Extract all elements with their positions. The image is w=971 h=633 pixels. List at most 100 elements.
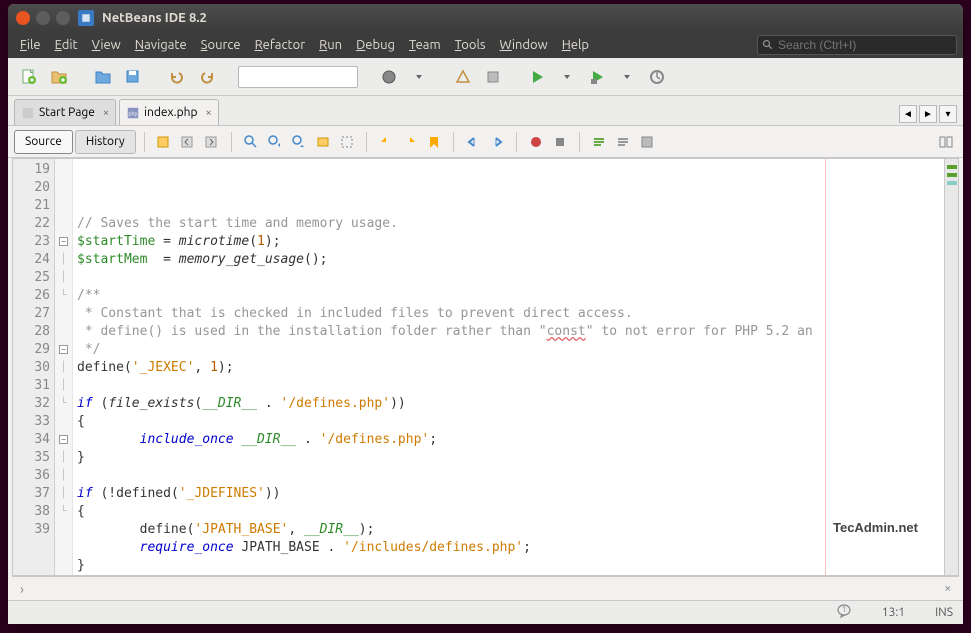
mark-1[interactable]	[947, 165, 957, 169]
stop-macro-button[interactable]	[549, 131, 571, 153]
forward-button[interactable]	[201, 131, 223, 153]
mark-3[interactable]	[947, 181, 957, 185]
clean-build-button[interactable]	[450, 64, 476, 90]
mark-2[interactable]	[947, 173, 957, 177]
code-line[interactable]: $startMem = memory_get_usage();	[77, 251, 940, 269]
open-project-button[interactable]	[90, 64, 116, 90]
new-project-button[interactable]	[46, 64, 72, 90]
tab-index-php[interactable]: phpindex.php×	[119, 99, 219, 125]
toggle-bookmark-button[interactable]	[423, 131, 445, 153]
undo-button[interactable]	[164, 64, 190, 90]
code-line[interactable]	[77, 269, 940, 287]
line-gutter[interactable]: 1920212223242526272829303132333435363738…	[13, 159, 55, 575]
tab-close[interactable]: ×	[205, 107, 211, 119]
back-button[interactable]	[177, 131, 199, 153]
redo-button[interactable]	[194, 64, 220, 90]
svg-text:php: php	[129, 110, 138, 116]
code-line[interactable]: }	[77, 557, 940, 575]
menu-tools[interactable]: Tools	[449, 35, 492, 55]
tab-nav: ◄ ► ▾	[899, 105, 957, 125]
quick-search[interactable]	[757, 35, 957, 55]
shift-right-button[interactable]	[486, 131, 508, 153]
split-button[interactable]	[935, 131, 957, 153]
start-macro-button[interactable]	[525, 131, 547, 153]
window-title: NetBeans IDE 8.2	[102, 11, 207, 25]
tab-list-button[interactable]: ▾	[939, 105, 957, 123]
menu-window[interactable]: Window	[494, 35, 554, 55]
menu-team[interactable]: Team	[403, 35, 447, 55]
new-file-button[interactable]	[16, 64, 42, 90]
last-edit-button[interactable]	[153, 131, 175, 153]
menu-help[interactable]: Help	[556, 35, 595, 55]
code-line[interactable]: }	[77, 449, 940, 467]
code-line[interactable]: define('_JEXEC', 1);	[77, 359, 940, 377]
error-stripe[interactable]	[944, 159, 958, 575]
toggle-highlight-button[interactable]	[312, 131, 334, 153]
next-bookmark-button[interactable]	[399, 131, 421, 153]
find-prev-button[interactable]	[264, 131, 286, 153]
debug-dropdown[interactable]	[614, 64, 640, 90]
tab-close[interactable]: ×	[103, 107, 109, 119]
code-line[interactable]: include_once __DIR__ . '/defines.php';	[77, 431, 940, 449]
find-selection-button[interactable]	[240, 131, 262, 153]
svg-text:1: 1	[842, 605, 847, 614]
build-dropdown[interactable]	[406, 64, 432, 90]
code-line[interactable]: // Saves the start time and memory usage…	[77, 215, 940, 233]
watermark: TecAdmin.net	[833, 520, 918, 535]
menu-edit[interactable]: Edit	[49, 35, 84, 55]
code-line[interactable]	[77, 467, 940, 485]
tab-prev-button[interactable]: ◄	[899, 105, 917, 123]
close-button[interactable]	[16, 11, 30, 25]
goto-button[interactable]	[636, 131, 658, 153]
breadcrumb-icon[interactable]: ›	[20, 581, 24, 597]
rebuild-button[interactable]	[480, 64, 506, 90]
code-editor[interactable]: // Saves the start time and memory usage…	[73, 159, 944, 575]
profile-button[interactable]	[644, 64, 670, 90]
tab-start-page[interactable]: Start Page ×	[14, 99, 116, 125]
code-line[interactable]: * define() is used in the installation f…	[77, 323, 940, 341]
maximize-button[interactable]	[56, 11, 70, 25]
code-line[interactable]: $startTime = microtime(1);	[77, 233, 940, 251]
source-tab[interactable]: Source	[14, 130, 73, 154]
code-line[interactable]: {	[77, 503, 940, 521]
code-line[interactable]: require_once JPATH_BASE . '/includes/def…	[77, 539, 940, 557]
tab-label: Start Page	[39, 106, 95, 119]
find-next-button[interactable]	[288, 131, 310, 153]
menu-file[interactable]: File	[14, 35, 47, 55]
menu-run[interactable]: Run	[313, 35, 348, 55]
code-line[interactable]: if (file_exists(__DIR__ . '/defines.php'…	[77, 395, 940, 413]
code-line[interactable]: * Constant that is checked in included f…	[77, 305, 940, 323]
code-line[interactable]	[77, 377, 940, 395]
menu-refactor[interactable]: Refactor	[249, 35, 312, 55]
comment-button[interactable]	[588, 131, 610, 153]
breadcrumb-close[interactable]: ×	[944, 582, 951, 595]
menu-navigate[interactable]: Navigate	[129, 35, 193, 55]
toggle-rectangular-button[interactable]	[336, 131, 358, 153]
insert-mode[interactable]: INS	[935, 606, 953, 619]
code-line[interactable]: */	[77, 341, 940, 359]
tab-next-button[interactable]: ►	[919, 105, 937, 123]
run-button[interactable]	[524, 64, 550, 90]
code-line[interactable]: {	[77, 413, 940, 431]
prev-bookmark-button[interactable]	[375, 131, 397, 153]
save-all-button[interactable]	[120, 64, 146, 90]
code-line[interactable]: if (!defined('_JDEFINES'))	[77, 485, 940, 503]
breadcrumb-bar: › ×	[12, 576, 959, 600]
run-dropdown[interactable]	[554, 64, 580, 90]
menu-view[interactable]: View	[86, 35, 127, 55]
search-input[interactable]	[778, 38, 952, 52]
fold-column[interactable]: −││└ −││└ −│││└	[55, 159, 73, 575]
notifications-icon[interactable]: 1	[836, 603, 852, 622]
minimize-button[interactable]	[36, 11, 50, 25]
history-tab[interactable]: History	[75, 130, 136, 154]
code-line[interactable]: define('JPATH_BASE', __DIR__);	[77, 521, 940, 539]
build-button[interactable]	[376, 64, 402, 90]
editor-toolbar: Source History	[8, 126, 963, 158]
debug-button[interactable]	[584, 64, 610, 90]
shift-left-button[interactable]	[462, 131, 484, 153]
menu-source[interactable]: Source	[195, 35, 247, 55]
uncomment-button[interactable]	[612, 131, 634, 153]
code-line[interactable]: /**	[77, 287, 940, 305]
config-combo[interactable]	[238, 66, 358, 88]
menu-debug[interactable]: Debug	[350, 35, 401, 55]
